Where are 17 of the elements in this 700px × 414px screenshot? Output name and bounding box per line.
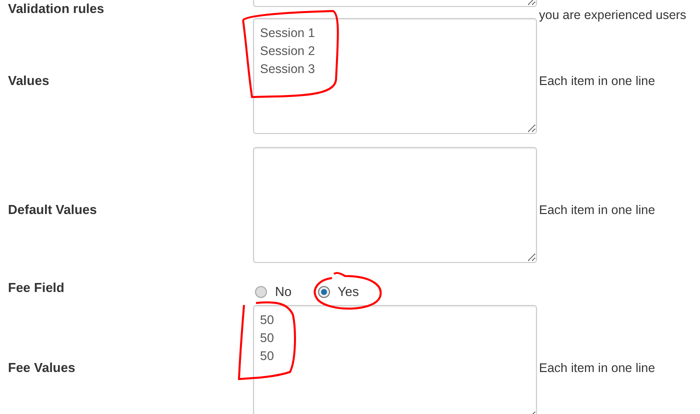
help-text: Each item in one line [539,202,656,218]
radio-button[interactable] [255,286,267,298]
field-label: Values [8,73,50,89]
field-label: Fee Field [8,280,66,297]
field-label: Fee Values [8,360,76,376]
help-text: Each item in one line [539,73,656,89]
radio-button[interactable] [318,286,330,298]
annotation-mark [314,272,382,310]
field-label: Validation rules [8,1,106,17]
text-area[interactable]: 50 50 50 [253,305,537,414]
text-area[interactable] [253,147,537,263]
help-text: Each item in one line [539,360,656,376]
field-label: Default Values [8,202,98,218]
radio-label: No [275,284,292,300]
text-area[interactable]: Session 1 Session 2 Session 3 [253,18,537,134]
radio-label: Yes [338,284,359,300]
help-text: you are experienced users [539,7,686,23]
